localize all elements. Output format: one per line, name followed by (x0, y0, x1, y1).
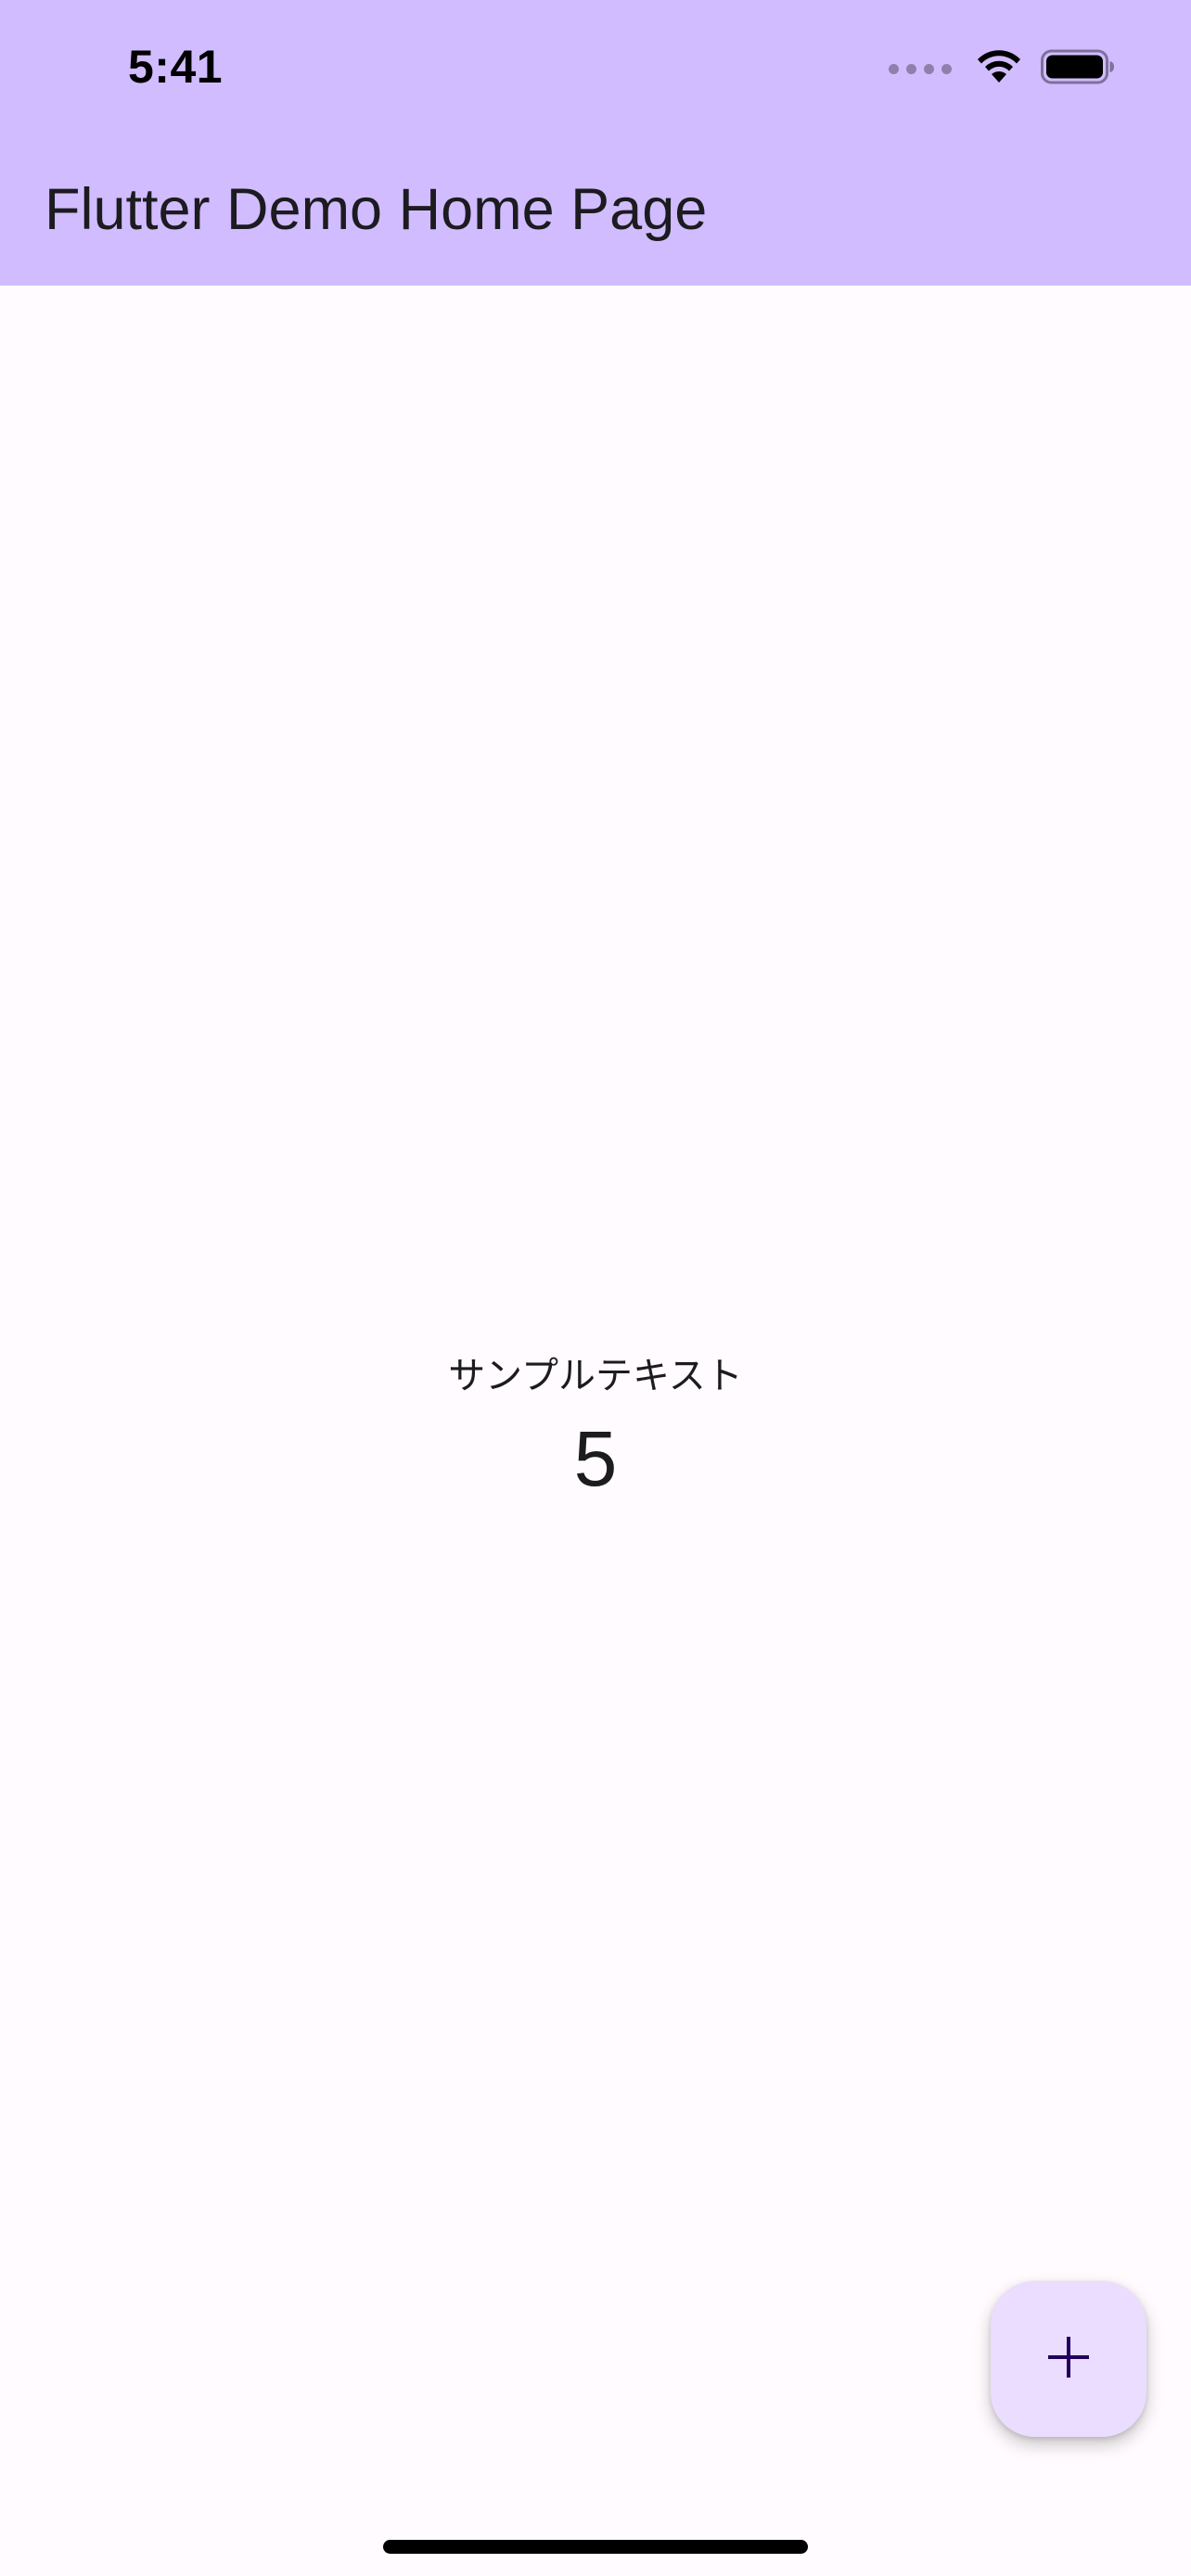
sample-text-label: サンプルテキスト (448, 1355, 743, 1397)
counter-value: 5 (573, 1415, 618, 1502)
increment-fab-button[interactable] (991, 2281, 1146, 2437)
status-icons (889, 43, 1115, 95)
status-time: 5:41 (128, 41, 224, 93)
home-indicator[interactable] (383, 2540, 808, 2554)
plus-icon (1046, 2335, 1091, 2383)
signal-dots-icon (889, 63, 952, 74)
app-screen: 5:41 Flutter Demo Home Page サンプルテキスト 5 (0, 0, 1191, 2576)
wifi-icon (976, 49, 1022, 88)
main-content: サンプルテキスト 5 (0, 1346, 1191, 1510)
page-title: Flutter Demo Home Page (45, 177, 708, 242)
battery-icon (1041, 49, 1115, 88)
app-bar: 5:41 Flutter Demo Home Page (0, 0, 1191, 286)
